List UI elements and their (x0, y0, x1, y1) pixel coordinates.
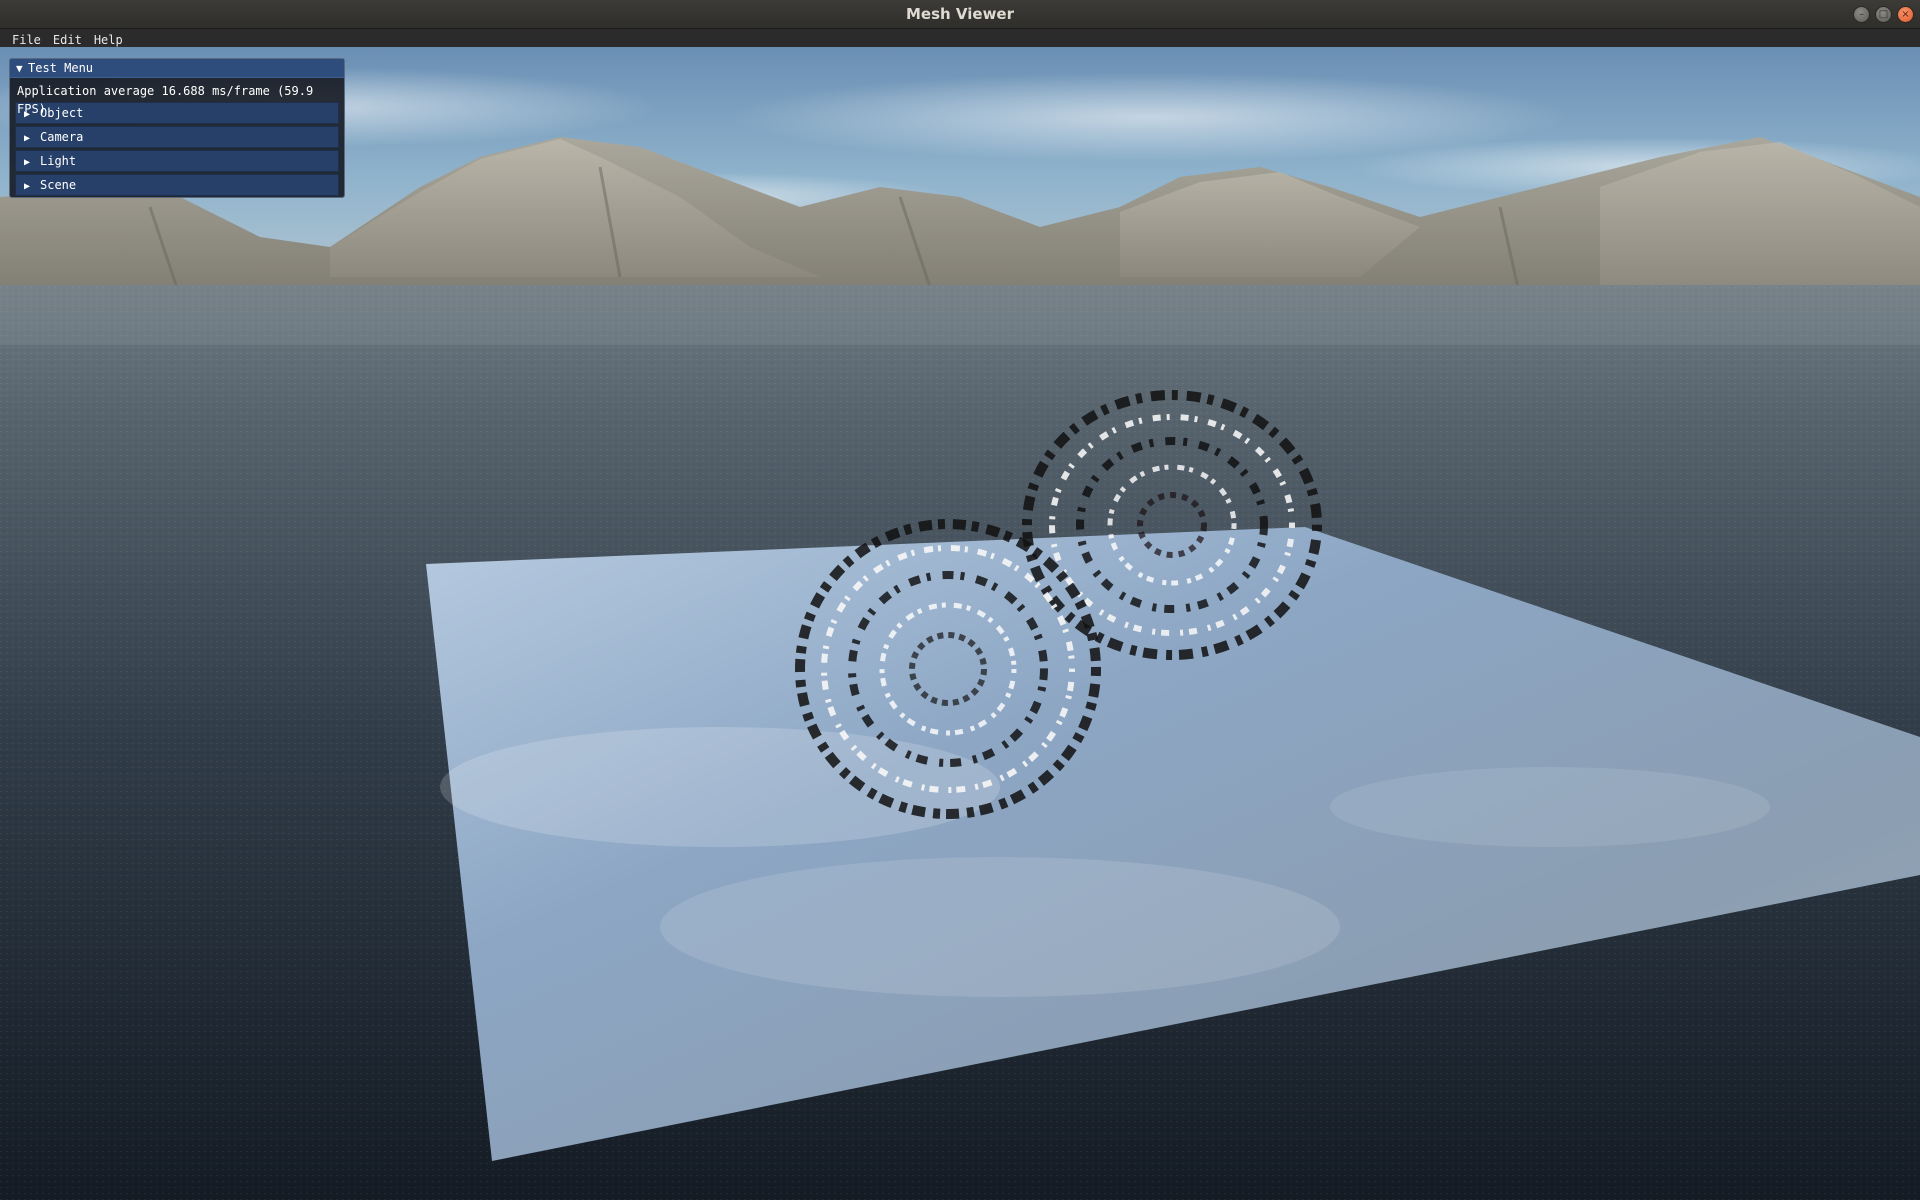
3d-viewport[interactable] (0, 47, 1920, 1200)
header-label: Light (40, 154, 77, 168)
close-button[interactable]: × (1897, 6, 1914, 23)
expand-arrow-icon: ▶ (24, 109, 31, 120)
scene-render (0, 47, 1920, 1200)
menu-bar: File Edit Help (0, 29, 1920, 47)
expand-arrow-icon: ▶ (24, 157, 31, 168)
expand-arrow-icon: ▶ (24, 181, 31, 192)
fps-readout: Application average 16.688 ms/frame (59.… (17, 84, 314, 116)
collapse-arrow-icon[interactable]: ▼ (16, 60, 28, 78)
header-label: Object (40, 106, 84, 120)
test-menu-titlebar[interactable]: ▼ Test Menu (10, 59, 344, 78)
test-menu-title: Test Menu (28, 61, 94, 75)
header-light[interactable]: ▶ Light (15, 150, 339, 172)
title-bar: Mesh Viewer – □ × (0, 0, 1920, 29)
test-menu-panel: ▼ Test Menu Application average 16.688 ms… (9, 58, 345, 198)
minimize-button[interactable]: – (1853, 6, 1870, 23)
header-label: Scene (40, 178, 77, 192)
header-scene[interactable]: ▶ Scene (15, 174, 339, 196)
header-label: Camera (40, 130, 84, 144)
window-controls: – □ × (1853, 6, 1914, 23)
maximize-button[interactable]: □ (1875, 6, 1892, 23)
header-camera[interactable]: ▶ Camera (15, 126, 339, 148)
window-title: Mesh Viewer (905, 5, 1015, 23)
expand-arrow-icon: ▶ (24, 133, 31, 144)
header-object[interactable]: ▶ Object (15, 102, 339, 124)
